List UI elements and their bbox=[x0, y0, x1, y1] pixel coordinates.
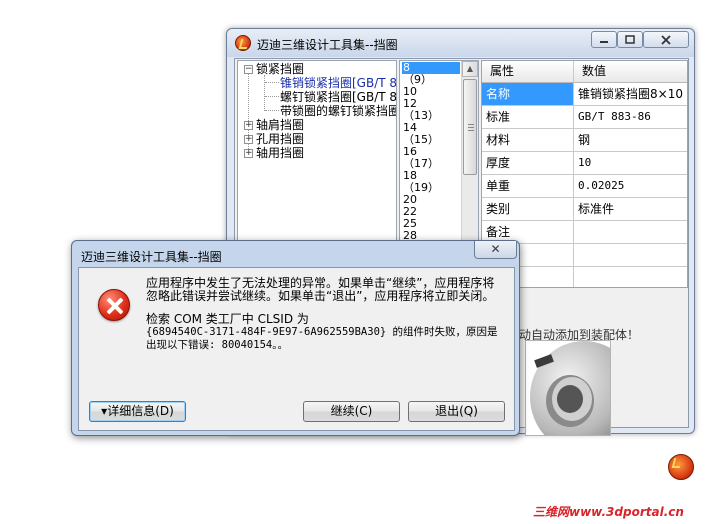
property-name[interactable]: 类别 bbox=[482, 198, 574, 221]
error-message: 应用程序中发生了无法处理的异常。如果单击“继续”，应用程序将忽略此错误并尝试继续… bbox=[146, 277, 501, 362]
scroll-up-icon[interactable]: ▲ bbox=[462, 61, 478, 77]
error-detail-line-1: 检索 COM 类工厂中 CLSID 为 bbox=[146, 312, 309, 326]
property-name[interactable]: 材料 bbox=[482, 129, 574, 152]
property-name[interactable]: 厚度 bbox=[482, 152, 574, 175]
maximize-button[interactable] bbox=[617, 31, 643, 48]
grip-line bbox=[468, 130, 474, 131]
details-button[interactable]: ▾详细信息(D) bbox=[89, 401, 186, 422]
part-preview-image bbox=[525, 340, 611, 436]
expand-icon[interactable]: + bbox=[244, 121, 253, 130]
property-value[interactable] bbox=[574, 244, 687, 267]
property-value[interactable]: 锥销锁紧挡圈8×10 bbox=[574, 83, 687, 106]
property-name[interactable]: 单重 bbox=[482, 175, 574, 198]
tree-item-shaft-retainer[interactable]: 轴用挡圈 bbox=[256, 146, 304, 160]
column-header-property: 属性 bbox=[482, 61, 574, 83]
list-scrollbar[interactable]: ▲ bbox=[461, 61, 478, 242]
tree-item-screw-retainer[interactable]: 螺钉锁紧挡圈[GB/T 8 bbox=[280, 90, 396, 104]
dialog-close-button[interactable]: ✕ bbox=[474, 241, 517, 259]
close-button[interactable] bbox=[643, 31, 689, 48]
expand-icon[interactable]: + bbox=[244, 135, 253, 144]
error-description: 应用程序中发生了无法处理的异常。如果单击“继续”，应用程序将忽略此错误并尝试继续… bbox=[146, 276, 495, 303]
close-icon: ✕ bbox=[490, 242, 501, 256]
tree-item-lock-retainer[interactable]: 锁紧挡圈 bbox=[256, 62, 304, 76]
tree-connector bbox=[265, 110, 279, 111]
tree-item-taper-pin-retainer[interactable]: 锥销锁紧挡圈[GB/T 8 bbox=[280, 76, 396, 90]
scrollbar-thumb[interactable] bbox=[463, 79, 477, 175]
property-value[interactable]: 钢 bbox=[574, 129, 687, 152]
dialog-content: 应用程序中发生了无法处理的异常。如果单击“继续”，应用程序将忽略此错误并尝试继续… bbox=[78, 267, 515, 431]
minimize-button[interactable] bbox=[591, 31, 617, 48]
tree-connector bbox=[265, 82, 279, 83]
column-header-value: 数值 bbox=[574, 61, 687, 83]
error-icon bbox=[98, 289, 130, 321]
tree-item-screw-retainer-with-ring[interactable]: 带锁圈的螺钉锁紧挡圈 bbox=[280, 104, 396, 118]
property-value[interactable] bbox=[574, 221, 687, 244]
tree-connector bbox=[265, 96, 279, 97]
collapse-icon[interactable]: − bbox=[244, 65, 253, 74]
brand-logo-icon bbox=[668, 454, 694, 480]
property-value[interactable]: GB/T 883-86 bbox=[574, 106, 687, 129]
size-list[interactable]: 8 （9） 10 12 （13） 14 （15） 16 （17） 18 （19）… bbox=[399, 60, 479, 243]
error-detail-line-2: {6894540C-3171-484F-9E97-6A962559BA30} 的… bbox=[146, 326, 498, 351]
grip-line bbox=[468, 127, 474, 128]
maximize-icon bbox=[625, 35, 635, 44]
app-logo-icon bbox=[235, 35, 251, 51]
tree-connector bbox=[264, 75, 265, 111]
title-bar: 迈迪三维设计工具集--挡圈 bbox=[227, 29, 694, 57]
dialog-title: 迈迪三维设计工具集--挡圈 bbox=[81, 250, 222, 264]
expand-icon[interactable]: + bbox=[244, 149, 253, 158]
property-name[interactable]: 名称 bbox=[482, 83, 574, 106]
window-title: 迈迪三维设计工具集--挡圈 bbox=[257, 38, 398, 52]
minimize-icon bbox=[600, 41, 608, 43]
property-value[interactable] bbox=[574, 267, 687, 287]
continue-button[interactable]: 继续(C) bbox=[303, 401, 400, 422]
tree-item-shoulder-retainer[interactable]: 轴肩挡圈 bbox=[256, 118, 304, 132]
quit-button[interactable]: 退出(Q) bbox=[408, 401, 505, 422]
property-value[interactable]: 0.02025 bbox=[574, 175, 687, 198]
tree-item-hole-retainer[interactable]: 孔用挡圈 bbox=[256, 132, 304, 146]
grip-line bbox=[468, 124, 474, 125]
site-watermark: 三维网www.3dportal.cn bbox=[533, 505, 684, 519]
property-value[interactable]: 10 bbox=[574, 152, 687, 175]
property-value[interactable]: 标准件 bbox=[574, 198, 687, 221]
retaining-ring-image bbox=[530, 341, 610, 435]
category-tree[interactable]: − 锁紧挡圈 锥销锁紧挡圈[GB/T 8 螺钉锁紧挡圈[GB/T 8 带锁圈的螺… bbox=[237, 60, 397, 243]
property-name[interactable]: 标准 bbox=[482, 106, 574, 129]
close-icon bbox=[661, 35, 671, 45]
error-dialog: 迈迪三维设计工具集--挡圈 ✕ 应用程序中发生了无法处理的异常。如果单击“继续”… bbox=[71, 240, 520, 436]
